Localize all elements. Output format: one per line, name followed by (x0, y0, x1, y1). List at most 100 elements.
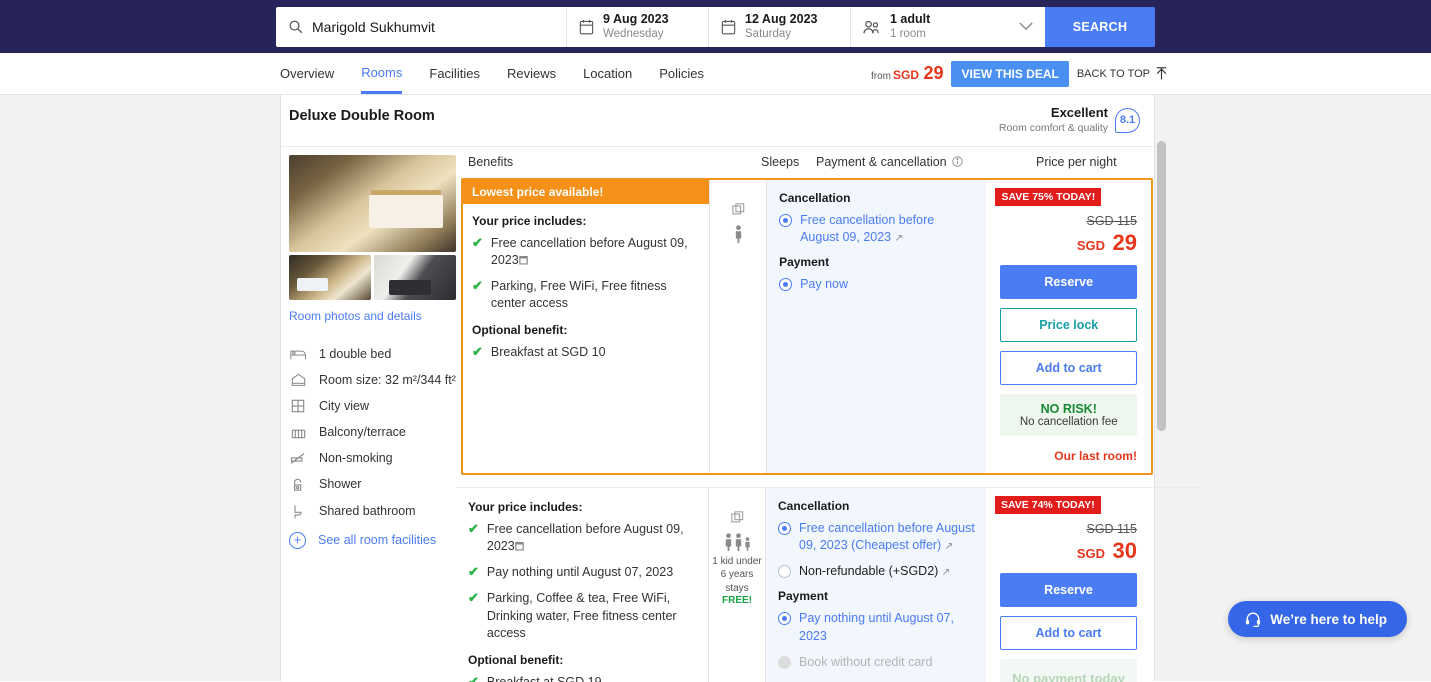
checkin-day: Wednesday (603, 28, 664, 41)
see-all-label: See all room facilities (318, 533, 437, 548)
check-icon: ✔ (468, 564, 479, 580)
payment-option[interactable]: Pay now (779, 276, 975, 293)
add-to-cart-button[interactable]: Add to cart (1000, 350, 1137, 385)
radio-button[interactable] (779, 278, 793, 292)
shower-icon (289, 477, 307, 492)
price-currency: SGD (1076, 545, 1106, 561)
checkin-date-picker[interactable]: 9 Aug 2023 Wednesday (566, 6, 708, 47)
no-risk-banner: NO RISK! No cancellation fee (1000, 393, 1137, 436)
duplicate-icon (732, 202, 745, 216)
offer-benefits-cell: Lowest price available! Your price inclu… (463, 179, 710, 473)
includes-label: Your price includes: (468, 499, 583, 514)
reserve-button[interactable]: Reserve (1000, 264, 1137, 299)
cancellation-option[interactable]: Free cancellation before August 09, 2023… (778, 520, 975, 555)
nav-links: Overview Rooms Facilities Reviews Locati… (280, 53, 704, 94)
occupancy-rooms: 1 room (890, 28, 926, 41)
add-to-cart-button[interactable]: Add to cart (1000, 615, 1137, 650)
room-rating: Excellent Room comfort & quality 8.1 (999, 105, 1140, 136)
room-photos-link[interactable]: Room photos and details (289, 309, 456, 323)
search-button[interactable]: SEARCH (1045, 6, 1155, 47)
room-facilities-list: 1 double bed Room size: 32 m²/344 ft² Ci… (289, 341, 456, 549)
offer-payment-cell: Cancellation Free cancellation before Au… (766, 487, 986, 682)
external-link-icon[interactable]: ↗ (945, 541, 953, 552)
facility-label: Balcony/terrace (319, 424, 406, 439)
tab-rooms[interactable]: Rooms (361, 53, 403, 94)
external-link-icon[interactable]: 🗖 (515, 542, 525, 553)
room-photo-main[interactable] (289, 154, 456, 252)
facility-row: 1 double bed (289, 341, 456, 367)
no-risk-subtitle: No cancellation fee (1019, 415, 1118, 428)
radio-button[interactable] (779, 213, 793, 227)
back-to-top-button[interactable]: BACK TO TOP (1077, 66, 1168, 81)
check-icon: ✔ (472, 278, 483, 294)
page-title: Deluxe Double Room (289, 108, 435, 124)
facility-row: Shower (289, 471, 456, 498)
radio-button[interactable] (778, 565, 791, 579)
view-this-deal-button[interactable]: VIEW THIS DEAL (951, 60, 1069, 87)
offer-price-cell: SAVE 75% TODAY! SGD 115 SGD 29 Reserve P… (986, 179, 1151, 473)
rating-score-badge: 8.1 (1115, 107, 1140, 133)
from-currency: SGD (892, 68, 919, 82)
cancellation-option[interactable]: Free cancellation before August 09, 2023… (779, 212, 975, 247)
checkout-date-picker[interactable]: 12 Aug 2023 Saturday (708, 6, 850, 47)
hotel-nav: Overview Rooms Facilities Reviews Locati… (0, 53, 1431, 95)
price-lock-button[interactable]: Price lock (1000, 307, 1137, 342)
destination-input[interactable]: Marigold Sukhumvit (276, 6, 566, 47)
lowest-price-banner: Lowest price available! (463, 179, 710, 204)
offers-column-headers: Benefits Sleeps Payment & cancellation P… (456, 147, 1201, 178)
tab-reviews[interactable]: Reviews (507, 53, 556, 94)
reserve-button[interactable]: Reserve (1000, 572, 1137, 607)
price-currency: SGD (1076, 237, 1106, 253)
help-chat-button[interactable]: We’re here to help (1228, 601, 1407, 637)
occupancy-selector[interactable]: 1 adult 1 room (850, 6, 1045, 47)
optional-label-text: Breakfast at SGD 10 (490, 344, 606, 359)
current-price: SGD 29 (1000, 230, 1137, 256)
offer-price-cell: SAVE 74% TODAY! SGD 115 SGD 30 Reserve A… (986, 487, 1151, 682)
see-all-facilities-button[interactable]: + See all room facilities (289, 531, 456, 549)
old-price: SGD 115 (1086, 213, 1137, 228)
price-amount: 30 (1112, 537, 1137, 563)
radio-button[interactable] (778, 521, 791, 535)
room-size-icon (289, 373, 307, 387)
no-risk-title: NO RISK! (1040, 401, 1097, 416)
external-link-icon[interactable]: ↗ (942, 567, 950, 578)
toilet-icon (289, 504, 307, 519)
external-link-icon[interactable]: ↗ (895, 233, 903, 244)
no-payment-banner: No payment today (1000, 658, 1137, 682)
column-header-sleeps: Sleeps (761, 154, 800, 169)
payment-option[interactable]: Pay nothing until August 07, 2023 (778, 610, 975, 645)
check-icon: ✔ (468, 590, 479, 606)
sleeps-note: 1 kid under 6 years stays (712, 555, 762, 594)
tab-facilities[interactable]: Facilities (429, 53, 480, 94)
facility-row: Balcony/terrace (289, 419, 456, 445)
optional-benefit-item: ✔ Breakfast at SGD 19 (468, 674, 699, 682)
external-link-icon[interactable]: 🗖 (519, 256, 529, 267)
save-badge: SAVE 75% TODAY! (995, 187, 1102, 206)
radio-button[interactable] (778, 612, 791, 626)
optional-label-text: Breakfast at SGD 19 (487, 674, 602, 682)
facility-row: Room size: 32 m²/344 ft² (289, 367, 456, 393)
facility-label: Room size: 32 m²/344 ft² (319, 372, 456, 387)
room-photo-thumb[interactable] (374, 254, 456, 300)
window-icon (289, 399, 307, 413)
benefit-item: ✔ Parking, Coffee & tea, Free WiFi, Drin… (468, 590, 699, 642)
check-icon: ✔ (472, 343, 483, 359)
cancellation-option[interactable]: Non-refundable (+SGD2) ↗ (778, 563, 975, 580)
offer-row: Lowest price available! Your price inclu… (461, 177, 1153, 475)
tab-location[interactable]: Location (583, 53, 632, 94)
facility-label: Shower (319, 477, 362, 492)
info-icon[interactable] (951, 156, 963, 167)
tab-overview[interactable]: Overview (280, 53, 334, 94)
column-header-benefits: Benefits (468, 154, 514, 169)
room-photo-thumb[interactable] (289, 254, 371, 300)
current-price: SGD 30 (1000, 538, 1137, 564)
calendar-icon (721, 19, 736, 35)
duplicate-icon (730, 510, 744, 524)
tab-policies[interactable]: Policies (659, 53, 704, 94)
facility-label: 1 double bed (319, 346, 392, 361)
guests-icon (863, 19, 881, 35)
benefit-label: Parking, Free WiFi, Free fitness center … (490, 279, 667, 311)
radio-button (778, 655, 791, 669)
rating-word: Excellent (1050, 105, 1108, 120)
offer-sleeps-cell (709, 179, 768, 473)
